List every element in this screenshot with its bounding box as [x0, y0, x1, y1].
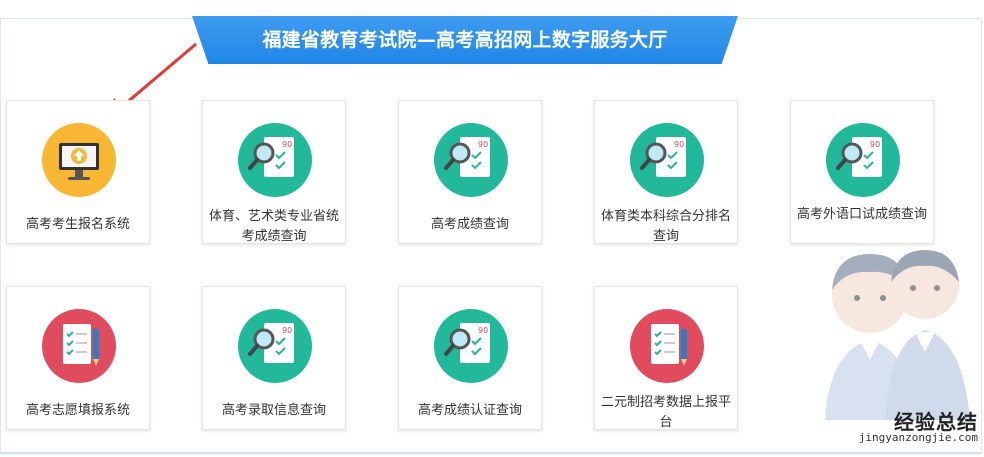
exam-paper-magnifier-icon: 90: [434, 309, 508, 383]
service-label: 高考志愿填报系统: [25, 403, 130, 418]
computer-upload-icon: [42, 123, 116, 197]
exam-paper-magnifier-icon: 90: [434, 123, 508, 197]
service-label: 体育类本科综合分排名查询: [600, 209, 731, 244]
svg-text:90: 90: [282, 140, 292, 149]
svg-text:90: 90: [478, 140, 488, 149]
service-label: 高考外语口试成绩查询: [796, 207, 927, 222]
service-card-gaokao-score[interactable]: 90 高考成绩查询: [398, 100, 542, 244]
service-card-volunteer-application[interactable]: 高考志愿填报系统: [6, 286, 150, 430]
service-label: 高考录取信息查询: [221, 403, 326, 418]
service-card-oral-english-score[interactable]: 90 高考外语口试成绩查询: [790, 100, 934, 244]
svg-text:90: 90: [282, 326, 292, 335]
exam-paper-magnifier-icon: 90: [826, 123, 900, 197]
svg-text:90: 90: [870, 140, 880, 149]
service-label: 高考成绩认证查询: [417, 403, 522, 418]
checklist-pencil-icon: [630, 309, 704, 383]
watermark-url: jingyanzongjie.com: [858, 431, 978, 444]
exam-paper-magnifier-icon: 90: [238, 123, 312, 197]
customer-service-mascots-icon: [825, 250, 970, 420]
service-card-sports-ranking[interactable]: 90 体育类本科综合分排名查询: [594, 100, 738, 244]
service-card-gaokao-registration[interactable]: 高考考生报名系统: [6, 100, 150, 244]
page-title: 福建省教育考试院—高考高招网上数字服务大厅: [262, 29, 668, 51]
svg-text:90: 90: [478, 326, 488, 335]
checklist-pencil-icon: [42, 309, 116, 383]
exam-paper-magnifier-icon: 90: [238, 309, 312, 383]
service-card-score-certification[interactable]: 90 高考成绩认证查询: [398, 286, 542, 430]
service-card-art-sports-score[interactable]: 90 体育、艺术类专业省统考成绩查询: [202, 100, 346, 244]
exam-paper-magnifier-icon: 90: [630, 123, 704, 197]
service-label: 体育、艺术类专业省统考成绩查询: [208, 209, 339, 244]
service-label: 高考成绩查询: [430, 217, 509, 232]
service-label: 高考考生报名系统: [25, 217, 130, 232]
service-label: 二元制招考数据上报平台: [600, 395, 731, 430]
service-card-dual-system-data[interactable]: 二元制招考数据上报平台: [594, 286, 738, 430]
svg-text:90: 90: [674, 140, 684, 149]
service-card-admission-info[interactable]: 90 高考录取信息查询: [202, 286, 346, 430]
